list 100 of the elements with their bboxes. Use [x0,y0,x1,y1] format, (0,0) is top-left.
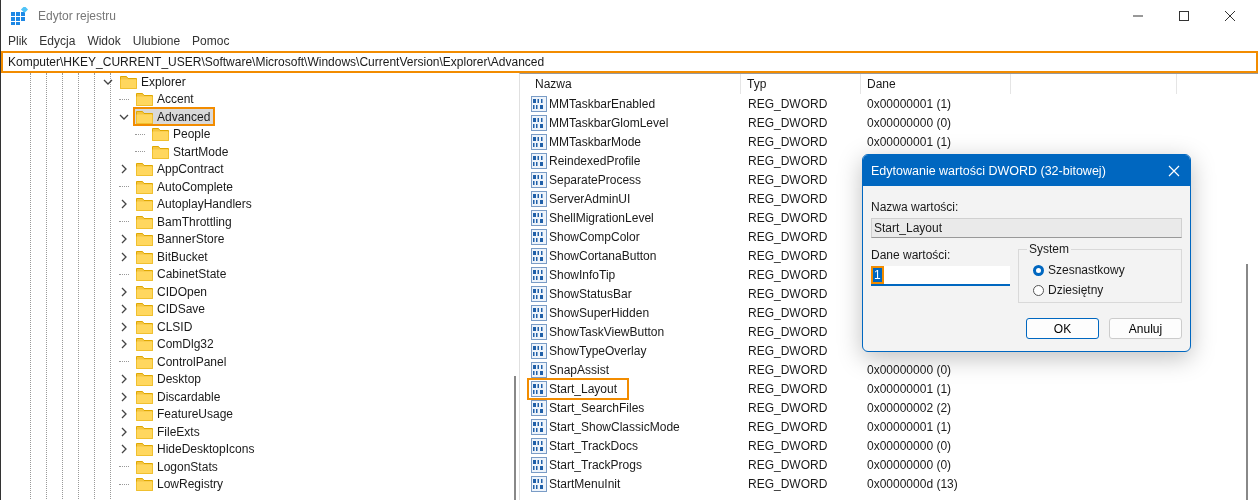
close-icon[interactable] [1224,10,1236,22]
folder-icon [136,319,153,334]
chevron-right-icon[interactable] [119,286,129,297]
binary-value-icon [531,380,547,397]
type-cell-text: REG_DWORD [747,438,829,453]
tree-item[interactable]: People [149,124,216,144]
radio-option[interactable]: Dziesiętny [1033,280,1181,300]
field-label: Dane wartości: [871,248,952,262]
menu-item[interactable]: Plik [1,34,34,48]
chevron-right-icon[interactable] [119,426,129,437]
binary-value-icon [531,114,547,131]
type-cell-text: REG_DWORD [747,476,829,491]
tree-item[interactable]: BannerStore [133,229,230,249]
address-bar[interactable]: Komputer\HKEY_CURRENT_USER\Software\Microsoft\Windows\CurrentVersion\Explorer\Advanced [1,51,1258,73]
tree-item[interactable]: Desktop [133,369,207,389]
type-cell-text: REG_DWORD [747,343,829,358]
menu-item[interactable]: Ulubione [126,34,187,48]
chevron-right-icon[interactable] [119,374,129,385]
menu-item[interactable]: Edycja [33,34,82,48]
binary-value-icon [531,171,547,188]
folder-icon [136,109,153,124]
column-header[interactable]: Dane [861,74,1011,94]
type-cell-text: REG_DWORD [747,362,829,377]
tree-item[interactable]: FeatureUsage [133,404,239,424]
scrollbar-thumb[interactable] [514,376,516,500]
folder-icon [152,144,169,159]
binary-value-icon [531,266,547,283]
folder-icon [152,127,169,142]
binary-value-icon [531,95,547,112]
value-data-field[interactable]: 1 [871,266,1010,286]
tree-item[interactable]: CLSID [133,317,198,337]
chevron-right-icon[interactable] [119,391,129,402]
tree-item[interactable]: AppContract [133,159,229,179]
radio-option[interactable]: Szesnastkowy [1033,260,1181,280]
window-title: Edytor rejestru [38,9,117,23]
chevron-right-icon[interactable] [119,339,129,350]
type-cell-text: REG_DWORD [747,172,829,187]
tree-item[interactable]: ComDlg32 [133,334,219,354]
data-cell-text: 0x00000001 (1) [866,96,953,111]
menu-item[interactable]: Widok [81,34,127,48]
tree-item[interactable]: CabinetState [133,264,232,284]
data-cell-text: 0x00000001 (1) [866,134,953,149]
tree-item[interactable]: AutoComplete [133,177,239,197]
folder-icon [136,424,153,439]
chevron-right-icon[interactable] [119,199,129,210]
type-cell-text: REG_DWORD [747,286,829,301]
folder-icon [136,267,153,282]
folder-icon [136,407,153,422]
tree-item[interactable]: HideDesktopIcons [133,439,260,459]
tree-item[interactable]: StartMode [149,142,234,162]
type-cell-text: REG_DWORD [747,324,829,339]
cancel-button[interactable]: Anuluj [1109,318,1182,339]
data-cell-text: 0x00000000 (0) [866,457,953,472]
binary-value-icon [531,342,547,359]
binary-value-icon [531,323,547,340]
data-cell-text: 0x00000000 (0) [866,115,953,130]
folder-icon [136,372,153,387]
column-header[interactable]: Typ [741,74,861,94]
type-cell-text: REG_DWORD [747,457,829,472]
value-name-field[interactable]: Start_Layout [871,218,1182,238]
type-cell-text: REG_DWORD [747,400,829,415]
tree-item[interactable]: ControlPanel [133,352,232,372]
tree-item[interactable]: AutoplayHandlers [133,194,257,214]
maximize-icon[interactable] [1178,10,1190,22]
folder-icon [136,232,153,247]
tree-item[interactable]: Advanced [133,107,216,127]
chevron-right-icon[interactable] [119,444,129,455]
folder-icon [136,389,153,404]
folder-icon [136,92,153,107]
chevron-right-icon[interactable] [119,304,129,315]
tree-item[interactable]: FileExts [133,422,205,442]
folder-icon [136,214,153,229]
type-cell-text: REG_DWORD [747,229,829,244]
tree-item[interactable]: LowRegistry [133,474,229,494]
type-cell-text: REG_DWORD [747,153,829,168]
chevron-right-icon[interactable] [119,251,129,262]
tree-item[interactable]: LogonStats [133,457,223,477]
binary-value-icon [531,190,547,207]
folder-icon [136,302,153,317]
ok-button[interactable]: OK [1026,318,1099,339]
tree-item[interactable]: BamThrottling [133,212,237,232]
tree-item[interactable]: BitBucket [133,247,213,267]
chevron-right-icon[interactable] [119,409,129,420]
chevron-right-icon[interactable] [119,321,129,332]
group-label: System [1027,242,1071,256]
menu-item[interactable]: Pomoc [186,34,236,48]
folder-icon [120,74,137,89]
value-name-cell[interactable]: Start_Layout [527,377,630,400]
chevron-right-icon[interactable] [119,164,129,175]
tree-item[interactable]: CIDOpen [133,282,213,302]
tree-item[interactable]: Accent [133,89,199,109]
column-header[interactable]: Nazwa [529,74,741,94]
tree-item[interactable]: Discardable [133,387,226,407]
tree-item[interactable]: Explorer [117,73,191,92]
type-cell-text: REG_DWORD [747,134,829,149]
folder-icon [136,477,153,492]
tree-item[interactable]: CIDSave [133,299,211,319]
chevron-right-icon[interactable] [119,234,129,245]
dialog-title: Edytowanie wartości DWORD (32-bitowej) [871,163,1106,178]
scrollbar-thumb[interactable] [1246,264,1248,500]
